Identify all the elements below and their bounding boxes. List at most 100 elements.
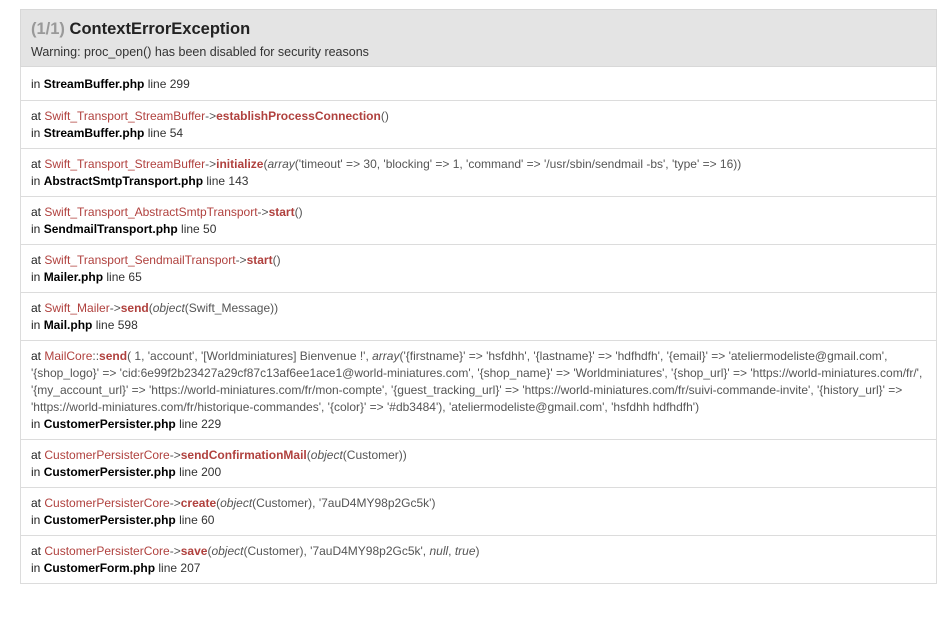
in-label: in bbox=[31, 174, 41, 188]
in-label: in bbox=[31, 126, 41, 140]
frame-method: create bbox=[180, 496, 217, 510]
frame-class: Swift_Mailer bbox=[44, 301, 110, 315]
at-label: at bbox=[31, 349, 42, 363]
frame-line: line 200 bbox=[179, 465, 222, 479]
frame-args: ('timeout' => 30, 'blocking' => 1, 'comm… bbox=[294, 157, 742, 171]
trace-frame: at CustomerPersisterCore->create(object(… bbox=[21, 488, 936, 536]
frame-method: save bbox=[180, 544, 208, 558]
frame-class: Swift_Transport_AbstractSmtpTransport bbox=[44, 205, 258, 219]
frame-method: establishProcessConnection bbox=[216, 109, 381, 123]
at-label: at bbox=[31, 448, 42, 462]
frame-line: line 54 bbox=[147, 126, 184, 140]
trace-frame: at MailCore::send( 1, 'account', '[World… bbox=[21, 341, 936, 440]
frame-call-type: -> bbox=[205, 109, 217, 123]
frame-class: Swift_Transport_StreamBuffer bbox=[44, 157, 206, 171]
frame-args-kind: object bbox=[310, 448, 343, 462]
in-label: in bbox=[31, 270, 41, 284]
in-label: in bbox=[31, 561, 41, 575]
frame-call-type: -> bbox=[169, 448, 181, 462]
frame-line: line 229 bbox=[179, 417, 222, 431]
exception-class: ContextErrorException bbox=[69, 20, 251, 38]
in-label: in bbox=[31, 222, 41, 236]
trace-frame: at CustomerPersisterCore->sendConfirmati… bbox=[21, 440, 936, 488]
frame-file: StreamBuffer.php bbox=[43, 77, 145, 91]
frame-file: CustomerPersister.php bbox=[43, 513, 176, 527]
frame-file: StreamBuffer.php bbox=[43, 126, 145, 140]
at-label: at bbox=[31, 205, 42, 219]
frame-call-type: -> bbox=[109, 301, 121, 315]
frame-line: line 598 bbox=[95, 318, 138, 332]
frame-file: CustomerPersister.php bbox=[43, 465, 176, 479]
trace-frame: at Swift_Transport_StreamBuffer->initial… bbox=[21, 149, 936, 197]
in-label: in bbox=[31, 465, 41, 479]
frame-method: sendConfirmationMail bbox=[180, 448, 307, 462]
frame-args: (Customer), '7auD4MY98p2Gc5k', bbox=[243, 544, 430, 558]
trace-frame: in StreamBuffer.php line 299 bbox=[21, 67, 936, 101]
frame-args-pre: ( 1, 'account', '[Worldminiatures] Bienv… bbox=[127, 349, 373, 363]
frame-class: MailCore bbox=[44, 349, 93, 363]
frame-class: Swift_Transport_StreamBuffer bbox=[44, 109, 206, 123]
frame-method: initialize bbox=[216, 157, 264, 171]
stack-trace: in StreamBuffer.php line 299 at Swift_Tr… bbox=[20, 67, 937, 584]
frame-args: (Swift_Message)) bbox=[184, 301, 279, 315]
frame-args-close: ) bbox=[475, 544, 480, 558]
in-label: in bbox=[31, 318, 41, 332]
frame-args-kind: object bbox=[152, 301, 185, 315]
frame-method: start bbox=[268, 205, 295, 219]
at-label: at bbox=[31, 544, 42, 558]
trace-frame: at Swift_Mailer->send(object(Swift_Messa… bbox=[21, 293, 936, 341]
frame-class: CustomerPersisterCore bbox=[44, 448, 170, 462]
in-label: in bbox=[31, 77, 41, 91]
exception-count: (1/1) bbox=[31, 20, 65, 38]
frame-method: send bbox=[120, 301, 149, 315]
frame-file: SendmailTransport.php bbox=[43, 222, 178, 236]
frame-call-type: -> bbox=[169, 544, 181, 558]
frame-args-true: true bbox=[454, 544, 476, 558]
frame-args: (Customer)) bbox=[342, 448, 407, 462]
frame-args: (Customer), '7auD4MY98p2Gc5k') bbox=[252, 496, 436, 510]
frame-args-null: null bbox=[429, 544, 449, 558]
frame-line: line 65 bbox=[106, 270, 142, 284]
trace-frame: at Swift_Transport_StreamBuffer->establi… bbox=[21, 101, 936, 149]
trace-frame: at Swift_Transport_SendmailTransport->st… bbox=[21, 245, 936, 293]
frame-file: Mailer.php bbox=[43, 270, 104, 284]
frame-args-kind: object bbox=[220, 496, 253, 510]
frame-call-type: -> bbox=[205, 157, 217, 171]
exception-panel: (1/1) ContextErrorException Warning: pro… bbox=[20, 9, 937, 584]
frame-method: send bbox=[99, 349, 128, 363]
frame-class: CustomerPersisterCore bbox=[44, 496, 170, 510]
exception-title: (1/1) ContextErrorException bbox=[31, 10, 926, 39]
frame-call-type: -> bbox=[257, 205, 269, 219]
exception-header: (1/1) ContextErrorException Warning: pro… bbox=[20, 9, 937, 67]
frame-call-type: -> bbox=[235, 253, 247, 267]
frame-args-sep: , bbox=[448, 544, 455, 558]
frame-args: () bbox=[272, 253, 281, 267]
frame-args-kind: array bbox=[372, 349, 400, 363]
frame-file: CustomerPersister.php bbox=[43, 417, 176, 431]
frame-file: AbstractSmtpTransport.php bbox=[43, 174, 204, 188]
in-label: in bbox=[31, 417, 41, 431]
frame-line: line 207 bbox=[158, 561, 201, 575]
frame-args-kind: array bbox=[267, 157, 295, 171]
frame-args: () bbox=[294, 205, 303, 219]
frame-args-kind: object bbox=[211, 544, 244, 558]
at-label: at bbox=[31, 109, 42, 123]
at-label: at bbox=[31, 301, 42, 315]
frame-line: line 50 bbox=[181, 222, 217, 236]
frame-line: line 143 bbox=[206, 174, 249, 188]
frame-line: line 60 bbox=[179, 513, 215, 527]
exception-message: Warning: proc_open() has been disabled f… bbox=[31, 45, 369, 59]
frame-file: CustomerForm.php bbox=[43, 561, 156, 575]
frame-method: start bbox=[246, 253, 273, 267]
frame-file: Mail.php bbox=[43, 318, 93, 332]
frame-class: Swift_Transport_SendmailTransport bbox=[44, 253, 236, 267]
at-label: at bbox=[31, 157, 42, 171]
frame-args: () bbox=[380, 109, 389, 123]
in-label: in bbox=[31, 513, 41, 527]
trace-frame: at Swift_Transport_AbstractSmtpTransport… bbox=[21, 197, 936, 245]
at-label: at bbox=[31, 496, 42, 510]
frame-call-type: -> bbox=[169, 496, 181, 510]
frame-class: CustomerPersisterCore bbox=[44, 544, 170, 558]
at-label: at bbox=[31, 253, 42, 267]
frame-line: line 299 bbox=[147, 77, 190, 91]
